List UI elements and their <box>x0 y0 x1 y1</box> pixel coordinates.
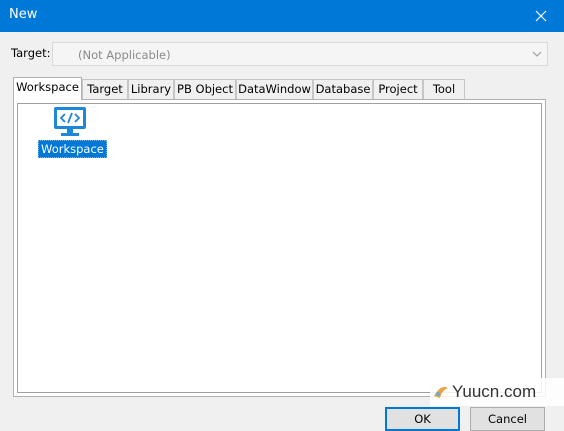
window-title: New <box>9 7 38 22</box>
tab-tool[interactable]: Tool <box>423 79 465 99</box>
target-value: (Not Applicable) <box>78 48 171 62</box>
target-dropdown[interactable]: (Not Applicable) <box>52 42 548 66</box>
tab-database[interactable]: Database <box>313 79 373 99</box>
title-bar: New <box>0 0 564 32</box>
watermark: Yuucn.com <box>430 378 564 406</box>
tab-panel: Workspace <box>13 99 546 397</box>
tab-workspace[interactable]: Workspace <box>13 77 82 100</box>
target-label: Target: <box>11 46 51 60</box>
close-button[interactable] <box>518 0 564 32</box>
ok-button[interactable]: OK <box>385 407 460 431</box>
workspace-item[interactable]: Workspace <box>38 106 107 158</box>
watermark-logo-icon <box>434 387 448 398</box>
tab-project[interactable]: Project <box>373 79 423 99</box>
workspace-icon <box>54 107 86 136</box>
tab-target[interactable]: Target <box>82 79 128 99</box>
close-icon <box>535 10 547 22</box>
cancel-button[interactable]: Cancel <box>470 407 545 431</box>
tab-pb-object[interactable]: PB Object <box>174 79 236 99</box>
workspace-item-label: Workspace <box>38 140 107 158</box>
chevron-down-icon <box>532 51 542 57</box>
watermark-text: Yuucn.com <box>452 382 537 401</box>
item-list[interactable]: Workspace <box>17 103 542 393</box>
tab-library[interactable]: Library <box>128 79 174 99</box>
tab-datawindow[interactable]: DataWindow <box>236 79 313 99</box>
